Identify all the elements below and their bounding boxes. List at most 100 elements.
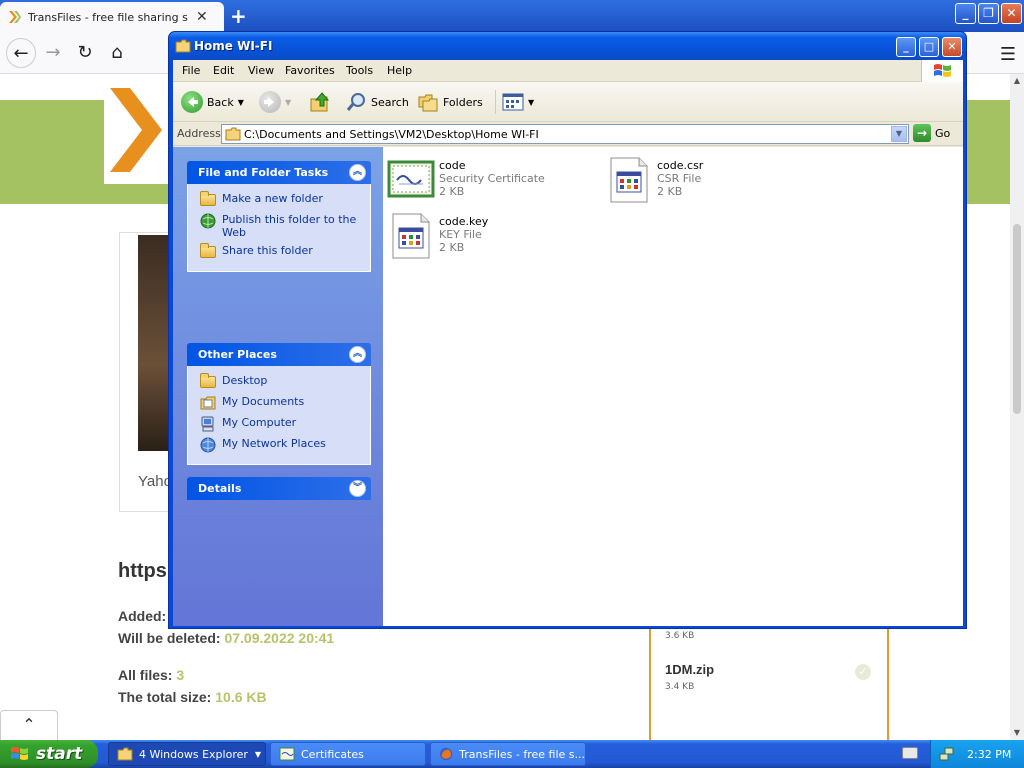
forward-arrow-icon xyxy=(259,91,281,113)
place-label: Desktop xyxy=(222,374,268,387)
browser-scrollbar[interactable]: ▲ ▼ xyxy=(1010,74,1024,740)
menu-help[interactable]: Help xyxy=(387,64,412,77)
menu-edit[interactable]: Edit xyxy=(213,64,234,77)
scroll-down-icon[interactable]: ▼ xyxy=(1010,726,1024,740)
back-dropdown-icon[interactable]: ▼ xyxy=(238,98,244,107)
browser-minimize-button[interactable]: _ xyxy=(955,3,976,24)
clock[interactable]: 2:32 PM xyxy=(967,748,1011,761)
menu-favorites[interactable]: Favorites xyxy=(285,64,335,77)
go-button[interactable]: → Go xyxy=(913,124,950,142)
tab-close-icon[interactable]: ✕ xyxy=(196,9,208,25)
deletion-date-row: Will be deleted: 07.09.2022 20:41 xyxy=(118,630,334,646)
file-item[interactable]: code Security Certificate 2 KB xyxy=(387,156,607,206)
new-folder-icon xyxy=(200,191,216,206)
menu-tools[interactable]: Tools xyxy=(346,64,373,77)
minimize-button[interactable]: _ xyxy=(896,37,916,57)
back-button[interactable]: Back ▼ xyxy=(181,90,244,114)
scroll-up-icon[interactable]: ▲ xyxy=(1010,74,1024,88)
browser-close-button[interactable]: ✕ xyxy=(1001,3,1022,24)
network-places-icon xyxy=(200,437,216,453)
menu-view[interactable]: View xyxy=(248,64,274,77)
details-title: Details xyxy=(198,482,242,495)
place-label: My Network Places xyxy=(222,437,326,450)
scroll-to-top-button[interactable]: ⌃ xyxy=(0,710,58,740)
file-item[interactable]: code.csr CSR File 2 KB xyxy=(605,156,825,206)
collapse-chevron-icon[interactable]: ︽ xyxy=(349,346,366,363)
share-folder-icon xyxy=(200,243,216,258)
hamburger-menu-icon[interactable]: ☰ xyxy=(1000,44,1016,65)
browser-tab-bar: TransFiles - free file sharing service ✕… xyxy=(0,0,1024,32)
keyboard-layout-icon[interactable] xyxy=(902,747,918,759)
task-share-folder[interactable]: Share this folder xyxy=(200,243,370,260)
address-label: Address xyxy=(177,127,221,140)
other-places-header[interactable]: Other Places ︽ xyxy=(187,343,371,366)
maximize-button[interactable]: □ xyxy=(919,37,939,57)
task-publish-folder[interactable]: Publish this folder to the Web xyxy=(200,213,370,239)
deletion-date-label: Will be deleted: xyxy=(118,630,221,646)
window-title: Home WI-FI xyxy=(194,39,273,53)
file-size: 2 KB xyxy=(439,241,465,254)
place-label: My Computer xyxy=(222,416,297,429)
generic-file-icon xyxy=(392,213,430,259)
address-bar: Address C:\Documents and Settings\VM2\De… xyxy=(173,122,963,146)
added-label: Added: xyxy=(118,608,167,624)
file-type: CSR File xyxy=(657,172,702,185)
browser-window-controls: _ ❐ ✕ xyxy=(955,3,1022,24)
task-pane: File and Folder Tasks ︽ Make a new folde… xyxy=(173,147,383,626)
taskbar-item-label: 4 Windows Explorer xyxy=(139,747,248,761)
folders-button[interactable]: Folders xyxy=(417,90,483,114)
back-arrow-icon[interactable]: ← xyxy=(6,38,36,68)
views-button[interactable]: ▼ xyxy=(495,90,534,114)
other-places-list: Desktop My Documents My Computer My Netw… xyxy=(187,366,371,465)
network-tray-icon[interactable] xyxy=(939,746,955,762)
forward-button[interactable]: ▼ xyxy=(259,90,291,114)
place-my-computer[interactable]: My Computer xyxy=(200,416,370,432)
taskbar-item-windows-explorer[interactable]: 4 Windows Explorer ▼ xyxy=(108,742,266,766)
search-button[interactable]: Search xyxy=(345,90,409,114)
taskbar-item-certificates[interactable]: Certificates xyxy=(270,742,426,766)
site-image-card[interactable]: Yaho xyxy=(119,232,172,512)
browser-tab[interactable]: TransFiles - free file sharing service ✕ xyxy=(0,2,224,32)
file-size: 2 KB xyxy=(439,185,465,198)
taskbar-item-transfiles[interactable]: TransFiles - free file s... xyxy=(430,742,586,766)
up-folder-button[interactable] xyxy=(309,90,331,114)
place-desktop[interactable]: Desktop xyxy=(200,373,370,390)
start-button[interactable]: start xyxy=(0,740,98,768)
site-link-heading[interactable]: https xyxy=(118,560,167,583)
go-label: Go xyxy=(935,126,951,140)
windows-flag-icon xyxy=(11,747,28,760)
file-size: 3.4 KB xyxy=(665,682,695,692)
site-files-panel: 3.6 KB 1DM.zip 3.4 KB ✓ xyxy=(649,624,889,740)
file-item[interactable]: code.key KEY File 2 KB xyxy=(387,212,607,262)
browser-restore-button[interactable]: ❐ xyxy=(978,3,999,24)
site-logo[interactable] xyxy=(104,74,170,184)
details-header[interactable]: Details ︾ xyxy=(187,477,371,500)
file-size: 3.6 KB xyxy=(665,631,695,641)
reload-icon[interactable]: ↻ xyxy=(70,38,100,68)
address-input[interactable]: C:\Documents and Settings\VM2\Desktop\Ho… xyxy=(221,124,909,144)
home-icon[interactable]: ⌂ xyxy=(102,38,132,68)
check-icon: ✓ xyxy=(855,664,871,680)
address-dropdown-icon[interactable]: ▼ xyxy=(891,126,907,142)
menu-file[interactable]: File xyxy=(182,64,200,77)
forward-arrow-icon[interactable]: → xyxy=(38,38,68,68)
place-my-documents[interactable]: My Documents xyxy=(200,395,370,411)
place-my-network-places[interactable]: My Network Places xyxy=(200,437,370,453)
file-list-pane: code Security Certificate 2 KB code.csr … xyxy=(383,147,963,626)
close-button[interactable]: ✕ xyxy=(942,37,962,57)
folders-icon xyxy=(418,94,438,112)
scrollbar-thumb[interactable] xyxy=(1013,224,1021,414)
my-computer-icon xyxy=(201,416,214,432)
all-files-value: 3 xyxy=(176,667,185,683)
expand-chevron-icon[interactable]: ︾ xyxy=(349,480,366,497)
file-folder-tasks-header[interactable]: File and Folder Tasks ︽ xyxy=(187,161,371,184)
task-make-new-folder[interactable]: Make a new folder xyxy=(200,191,370,208)
new-tab-button[interactable]: + xyxy=(230,4,247,28)
menu-bar: File Edit View Favorites Tools Help xyxy=(173,60,963,82)
site-card-caption: Yaho xyxy=(138,473,172,490)
file-name[interactable]: 1DM.zip xyxy=(665,662,714,677)
explorer-title-bar[interactable]: Home WI-FI _ □ ✕ xyxy=(169,32,966,60)
system-tray: 2:32 PM xyxy=(930,740,1024,768)
address-path: C:\Documents and Settings\VM2\Desktop\Ho… xyxy=(244,128,539,141)
collapse-chevron-icon[interactable]: ︽ xyxy=(349,164,366,181)
